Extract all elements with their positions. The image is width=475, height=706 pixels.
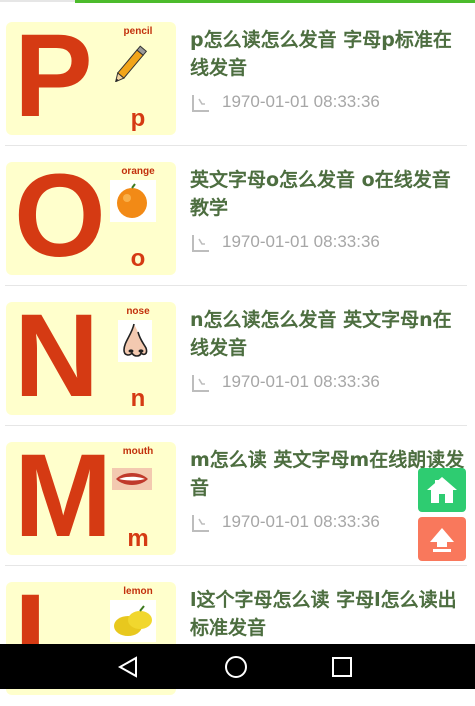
thumbnail-word: orange	[121, 166, 155, 177]
article-title[interactable]: p怎么读怎么发音 字母p标准在线发音	[190, 26, 465, 82]
back-triangle-icon	[117, 655, 137, 678]
thumbnail-word: mouth	[122, 446, 154, 457]
tab-indicator-inactive	[0, 0, 75, 2]
thumbnail-word: lemon	[123, 586, 153, 597]
article-title[interactable]: 英文字母o怎么发音 o在线发音教学	[190, 166, 465, 222]
thumbnail-small-letter: m	[127, 525, 149, 552]
arrow-up-icon	[430, 528, 454, 552]
article-meta: 1970-01-01 08:33:36	[190, 90, 460, 112]
thumbnail-big-letter: O	[14, 162, 106, 275]
tab-indicator-active	[75, 0, 475, 3]
home-icon	[427, 477, 457, 503]
thumbnail-small-letter: p	[130, 105, 146, 132]
pencil-icon	[114, 45, 148, 82]
list-item[interactable]: M mouth m m怎么读 英文字母m在线朗读发音 1970-01-01 08…	[0, 426, 475, 566]
article-thumbnail[interactable]: N nose n	[6, 302, 176, 415]
article-thumbnail[interactable]: O orange o	[6, 162, 176, 275]
clock-icon	[192, 515, 209, 532]
lemon-icon	[110, 600, 156, 642]
mouth-icon	[112, 468, 152, 490]
list-item[interactable]: O orange o 英文字母o怎么发音 o在线发音教学 1970-01-01 …	[0, 146, 475, 286]
article-date: 1970-01-01 08:33:36	[222, 92, 380, 111]
article-date: 1970-01-01 08:33:36	[222, 232, 380, 251]
thumbnail-word: pencil	[123, 26, 153, 37]
home-circle-icon	[225, 655, 247, 678]
clock-icon	[192, 95, 209, 112]
thumbnail-big-letter: N	[14, 302, 100, 415]
clock-icon	[192, 235, 209, 252]
article-thumbnail[interactable]: M mouth m	[6, 442, 176, 555]
list-item[interactable]: P pencil p p怎么读怎么发音 字母p标准在线发音 1970-01-01…	[0, 6, 475, 146]
article-date: 1970-01-01 08:33:36	[222, 372, 380, 391]
thumbnail-small-letter: n	[130, 385, 146, 412]
thumbnail-big-letter: P	[14, 22, 93, 135]
article-thumbnail[interactable]: P pencil p	[6, 22, 176, 135]
article-title[interactable]: l这个字母怎么读 字母l怎么读出标准发音	[190, 586, 465, 642]
list-item[interactable]: N nose n n怎么读怎么发音 英文字母n在线发音 1970-01-01 0…	[0, 286, 475, 426]
thumbnail-small-letter: o	[130, 245, 146, 272]
article-title[interactable]: n怎么读怎么发音 英文字母n在线发音	[190, 306, 465, 362]
nose-icon	[118, 320, 152, 362]
article-date: 1970-01-01 08:33:36	[222, 512, 380, 531]
system-nav-bar	[0, 644, 475, 689]
article-meta: 1970-01-01 08:33:36	[190, 230, 460, 252]
nav-home-button[interactable]	[206, 644, 266, 689]
thumbnail-word: nose	[126, 306, 150, 317]
nav-back-button[interactable]	[98, 644, 158, 689]
home-button[interactable]	[418, 468, 466, 512]
thumbnail-big-letter: M	[14, 442, 113, 555]
nav-recents-button[interactable]	[312, 644, 372, 689]
clock-icon	[192, 375, 209, 392]
article-meta: 1970-01-01 08:33:36	[190, 370, 460, 392]
back-to-top-button[interactable]	[418, 517, 466, 561]
orange-icon	[110, 180, 156, 222]
recents-square-icon	[332, 656, 352, 677]
